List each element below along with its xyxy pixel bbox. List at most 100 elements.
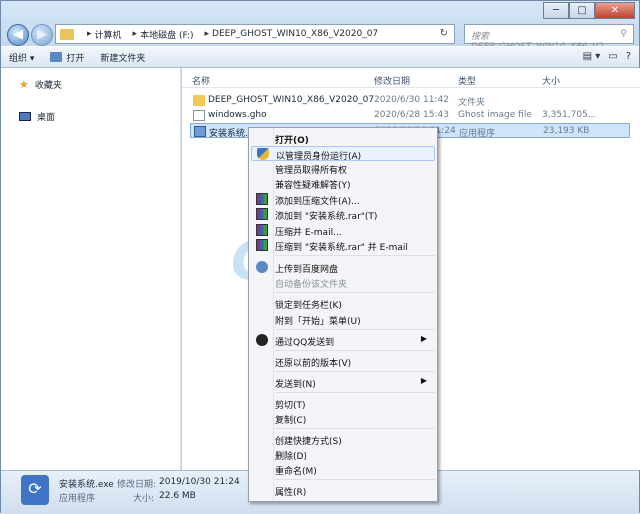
menu-item-label: 复制(C) <box>275 416 307 426</box>
forward-button[interactable]: ▶ <box>31 24 53 46</box>
file-row[interactable]: DEEP_GHOST_WIN10_X86_V2020_07 2020/6/30 … <box>190 93 630 108</box>
help-icon[interactable]: ? <box>626 51 631 62</box>
menu-separator <box>275 392 435 393</box>
menu-item-label: 删除(D) <box>275 452 307 462</box>
status-file-name: 安装系统.exe <box>59 480 114 490</box>
menu-item-rename[interactable]: 重命名(M) <box>251 462 435 477</box>
open-button[interactable]: 打开 <box>42 51 92 64</box>
column-type[interactable]: 类型 <box>458 74 476 87</box>
menu-item-label: 重命名(M) <box>275 467 317 477</box>
breadcrumb-label: 计算机 <box>94 30 122 41</box>
menu-separator <box>275 371 435 372</box>
status-size-value: 22.6 MB <box>159 491 196 501</box>
sidebar-item-label: 桌面 <box>37 113 56 123</box>
column-size[interactable]: 大小 <box>542 74 560 87</box>
new-folder-label: 新建文件夹 <box>100 53 146 64</box>
shield-icon <box>257 148 269 160</box>
menu-item-take-ownership[interactable]: 管理员取得所有权 <box>251 161 435 176</box>
breadcrumb-label: 本地磁盘 (F:) <box>140 30 194 41</box>
menu-item-label: 发送到(N) <box>275 380 316 390</box>
breadcrumb-label: DEEP_GHOST_WIN10_X86_V2020_07 <box>212 29 379 39</box>
address-bar[interactable]: ▸ 计算机 ▸ 本地磁盘 (F:) ▸ DEEP_GHOST_WIN10_X86_V2… <box>55 24 455 44</box>
search-input[interactable]: 搜索 DEEP_GHOST_WIN10_X86_V2... ⚲ <box>464 24 634 52</box>
qq-icon <box>256 334 268 346</box>
menu-separator <box>275 428 435 429</box>
menu-item-run-as-admin[interactable]: 以管理员身份运行(A) <box>251 146 435 162</box>
context-menu: 打开(O) 以管理员身份运行(A) 管理员取得所有权 兼容性疑难解答(Y) 添加… <box>248 127 438 502</box>
menu-item-restore-versions[interactable]: 还原以前的版本(V) <box>251 354 435 369</box>
menu-item-send-to[interactable]: 发送到(N) ▶ <box>251 375 435 390</box>
exe-large-icon: ⟳ <box>21 475 49 505</box>
file-type: Ghost image file <box>458 110 532 120</box>
menu-item-send-qq[interactable]: 通过QQ发送到 ▶ <box>251 333 435 348</box>
submenu-arrow-icon: ▶ <box>420 376 427 385</box>
winrar-icon <box>256 239 268 251</box>
column-name[interactable]: 名称 <box>192 74 210 87</box>
menu-item-label: 还原以前的版本(V) <box>275 359 352 369</box>
menu-item-label: 添加到压缩文件(A)... <box>275 197 360 207</box>
window-controls: ─ □ ✕ <box>543 2 635 20</box>
preview-pane-icon[interactable]: ▭ <box>608 51 617 62</box>
refresh-icon[interactable]: ↻ <box>440 28 448 39</box>
breadcrumb-computer[interactable]: ▸ 计算机 <box>80 28 126 41</box>
submenu-arrow-icon: ▶ <box>420 334 427 343</box>
navigation-pane: ★ 收藏夹 桌面 <box>1 68 181 470</box>
menu-item-create-shortcut[interactable]: 创建快捷方式(S) <box>251 432 435 447</box>
menu-separator <box>275 255 435 256</box>
star-icon: ★ <box>19 78 29 91</box>
search-icon: ⚲ <box>620 29 627 39</box>
menu-item-label: 通过QQ发送到 <box>275 338 335 348</box>
menu-item-label: 属性(R) <box>275 488 307 498</box>
close-button[interactable]: ✕ <box>595 2 635 19</box>
menu-item-label: 添加到 "安装系统.rar"(T) <box>275 212 378 222</box>
menu-item-cut[interactable]: 剪切(T) <box>251 396 435 411</box>
file-type: 应用程序 <box>459 129 496 139</box>
menu-item-label: 打开(O) <box>275 136 309 146</box>
menu-item-add-to-rar[interactable]: 添加到 "安装系统.rar"(T) <box>251 207 435 222</box>
menu-item-auto-backup: 自动备份该文件夹 <box>251 275 435 290</box>
breadcrumb-folder[interactable]: ▸ DEEP_GHOST_WIN10_X86_V2020_07 <box>197 29 382 39</box>
file-size: 23,193 KB <box>543 126 590 136</box>
breadcrumb-separator: ▸ <box>204 29 210 39</box>
minimize-button[interactable]: ─ <box>543 2 569 19</box>
menu-separator <box>275 329 435 330</box>
status-type: 应用程序 <box>59 494 96 504</box>
status-size-label: 大小: <box>133 494 155 504</box>
menu-item-delete[interactable]: 删除(D) <box>251 447 435 462</box>
menu-item-upload-baidu[interactable]: 上传到百度网盘 <box>251 260 435 275</box>
column-date[interactable]: 修改日期 <box>374 74 410 87</box>
sidebar-item-favorites[interactable]: ★ 收藏夹 <box>19 78 62 91</box>
column-header: 名称 修改日期 类型 大小 <box>182 68 640 88</box>
sidebar-item-label: 收藏夹 <box>34 81 62 91</box>
back-button[interactable]: ◀ <box>7 24 29 46</box>
organize-button[interactable]: 组织 ▾ <box>1 51 42 64</box>
menu-item-troubleshoot[interactable]: 兼容性疑难解答(Y) <box>251 176 435 191</box>
breadcrumb-drive[interactable]: ▸ 本地磁盘 (F:) <box>126 28 198 41</box>
menu-item-open[interactable]: 打开(O) <box>251 131 435 146</box>
maximize-button[interactable]: □ <box>569 2 595 19</box>
breadcrumb-separator: ▸ <box>132 29 138 39</box>
menu-item-properties[interactable]: 属性(R) <box>251 483 435 498</box>
file-size: 3,351,705... <box>542 110 597 120</box>
menu-item-label: 上传到百度网盘 <box>275 265 339 275</box>
menu-item-label: 压缩并 E-mail... <box>275 228 342 238</box>
folder-icon <box>60 28 74 40</box>
menu-item-compress-rar-email[interactable]: 压缩到 "安装系统.rar" 并 E-mail <box>251 238 435 253</box>
menu-item-add-to-archive[interactable]: 添加到压缩文件(A)... <box>251 192 435 207</box>
file-row[interactable]: windows.gho 2020/6/28 15:43 Ghost image … <box>190 108 630 123</box>
menu-item-label: 锁定到任务栏(K) <box>275 301 342 311</box>
file-icon <box>193 110 205 121</box>
menu-item-label: 兼容性疑难解答(Y) <box>275 181 351 191</box>
view-options-icon[interactable]: ▤ ▾ <box>583 51 601 62</box>
menu-item-copy[interactable]: 复制(C) <box>251 411 435 426</box>
sidebar-item-desktop[interactable]: 桌面 <box>19 110 55 123</box>
menu-item-pin-start[interactable]: 附到「开始」菜单(U) <box>251 312 435 327</box>
menu-item-pin-taskbar[interactable]: 锁定到任务栏(K) <box>251 296 435 311</box>
new-folder-button[interactable]: 新建文件夹 <box>92 51 153 64</box>
menu-item-label: 创建快捷方式(S) <box>275 437 342 447</box>
baidu-cloud-icon <box>256 261 268 273</box>
open-label: 打开 <box>66 53 85 64</box>
file-type: 文件夹 <box>458 98 486 108</box>
menu-item-compress-email[interactable]: 压缩并 E-mail... <box>251 223 435 238</box>
folder-icon <box>193 95 205 106</box>
